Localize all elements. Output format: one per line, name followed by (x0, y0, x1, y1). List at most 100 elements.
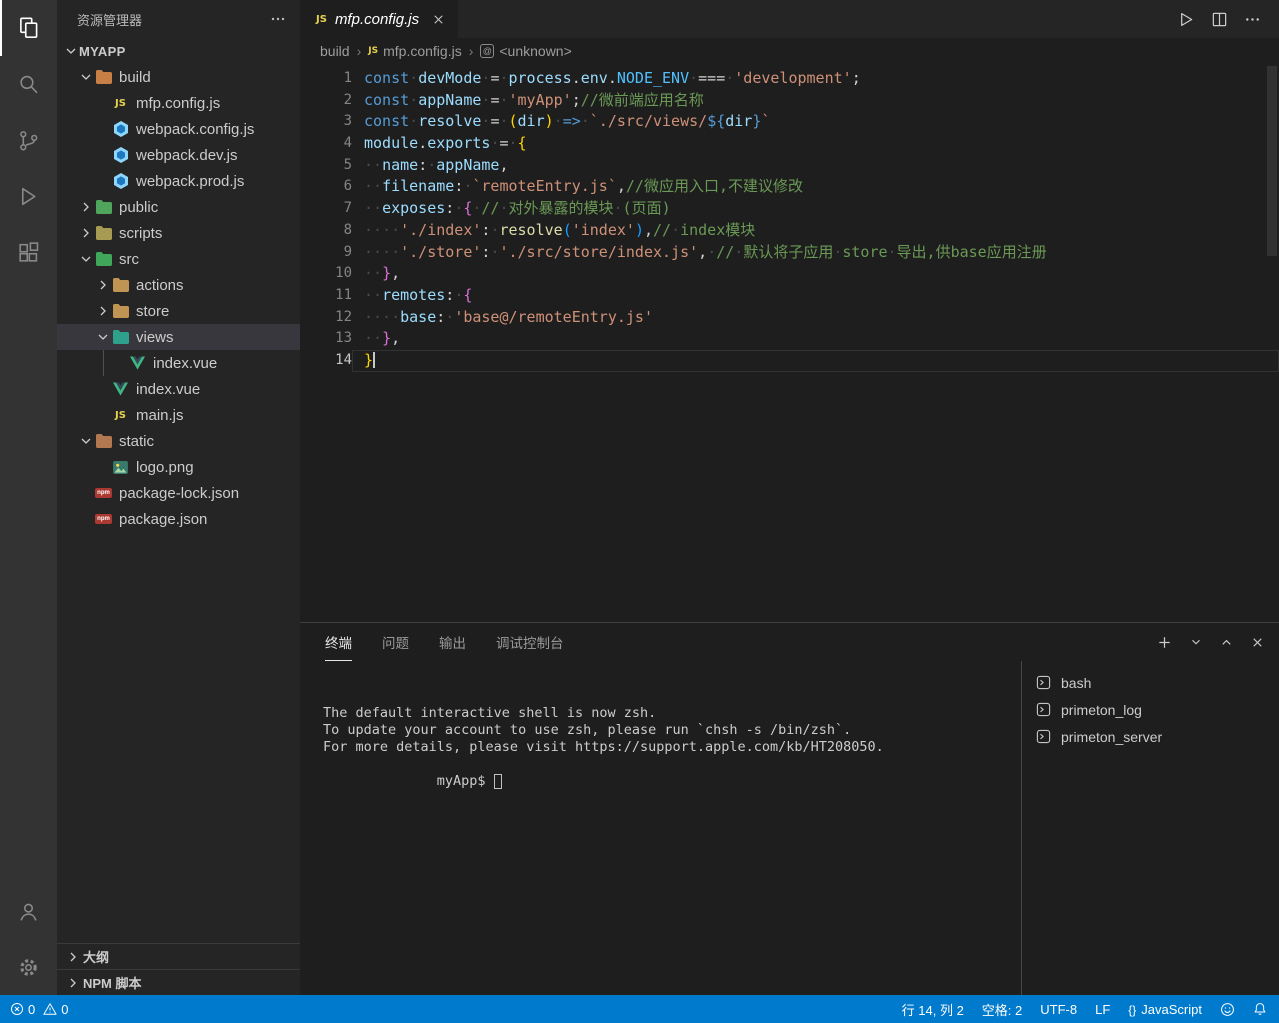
tree-item-views[interactable]: views (57, 324, 300, 350)
tree-item-index.vue[interactable]: index.vue (57, 376, 300, 402)
panel-tab[interactable]: 终端 (325, 623, 352, 661)
sidebar-section[interactable]: 大纲 (57, 943, 300, 969)
warning-icon (43, 1002, 57, 1016)
code-line[interactable]: 6··filename:·`remoteEntry.js`,//微应用入口,不建… (300, 176, 1279, 198)
search-icon[interactable] (0, 56, 57, 112)
source-control-icon[interactable] (0, 112, 57, 168)
close-panel-icon[interactable] (1250, 635, 1265, 650)
explorer-icon[interactable] (0, 0, 57, 56)
tree-item-webpack.config.js[interactable]: webpack.config.js (57, 116, 300, 142)
run-debug-icon[interactable] (0, 168, 57, 224)
sidebar-section[interactable]: NPM 脚本 (57, 969, 300, 995)
tree-item-package-lock.json[interactable]: npmpackage-lock.json (57, 480, 300, 506)
terminal-icon (1036, 702, 1051, 717)
breadcrumb-item[interactable]: <unknown> (480, 43, 571, 59)
code-editor[interactable]: 1const·devMode·=·process.env.NODE_ENV·==… (300, 64, 1279, 622)
tree-item-webpack.prod.js[interactable]: webpack.prod.js (57, 168, 300, 194)
tree-item-build[interactable]: build (57, 64, 300, 90)
maximize-panel-icon[interactable] (1219, 635, 1234, 650)
editor-scrollbar[interactable] (1265, 64, 1279, 622)
scrollbar-thumb[interactable] (1267, 66, 1277, 256)
tree-item-main.js[interactable]: JSmain.js (57, 402, 300, 428)
close-tab-icon[interactable] (431, 12, 446, 27)
code-line[interactable]: 2const·appName·=·'myApp';//微前端应用名称 (300, 90, 1279, 112)
tree-item-logo.png[interactable]: logo.png (57, 454, 300, 480)
terminal-view[interactable]: The default interactive shell is now zsh… (300, 661, 1021, 995)
code-line[interactable]: 14} (300, 350, 1279, 372)
more-actions-icon[interactable] (270, 11, 286, 27)
tree-item-public[interactable]: public (57, 194, 300, 220)
tree-item-label: webpack.dev.js (136, 147, 237, 164)
code-line[interactable]: 8····'./index':·resolve('index'),//·inde… (300, 220, 1279, 242)
tab-title: mfp.config.js (335, 11, 419, 28)
more-actions-button[interactable] (1244, 11, 1261, 28)
terminal-session-item[interactable]: bash (1022, 669, 1279, 696)
account-icon[interactable] (0, 883, 57, 939)
feedback-icon[interactable] (1220, 1002, 1235, 1017)
tree-item-mfp.config.js[interactable]: JSmfp.config.js (57, 90, 300, 116)
tab-mfp-config-js[interactable]: JS mfp.config.js (300, 0, 458, 38)
code-line[interactable]: 9····'./store':·'./src/store/index.js',·… (300, 242, 1279, 264)
session-label: primeton_log (1061, 702, 1142, 718)
terminal-dropdown-icon[interactable] (1189, 635, 1203, 649)
panel-tab[interactable]: 调试控制台 (496, 623, 564, 661)
tree-item-src[interactable]: src (57, 246, 300, 272)
code-line[interactable]: 1const·devMode·=·process.env.NODE_ENV·==… (300, 68, 1279, 90)
status-item[interactable]: UTF-8 (1040, 1002, 1077, 1017)
chevron-spacer (95, 459, 111, 475)
status-item[interactable]: 行 14, 列 2 (902, 1000, 964, 1019)
chevron-spacer (95, 95, 111, 111)
panel-tab[interactable]: 输出 (439, 623, 466, 661)
tree-item-index.vue[interactable]: index.vue (57, 350, 300, 376)
terminal-session-item[interactable]: primeton_server (1022, 723, 1279, 750)
line-number: 1 (300, 68, 352, 90)
line-content: ··}, (352, 263, 1279, 285)
terminal-line: For more details, please visit https://s… (323, 739, 1021, 756)
folder-static-icon (94, 433, 113, 449)
tree-item-scripts[interactable]: scripts (57, 220, 300, 246)
breadcrumb-item[interactable]: build (320, 43, 350, 59)
explorer-sidebar: 资源管理器 MYAPP buildJSmfp.config.jswebpack.… (57, 0, 300, 995)
status-left: 0 0 (10, 1002, 68, 1017)
bell-icon[interactable] (1253, 1002, 1267, 1016)
tree-item-label: main.js (136, 407, 184, 424)
code-line[interactable]: 4module.exports·=·{ (300, 133, 1279, 155)
status-item[interactable]: LF (1095, 1002, 1110, 1017)
extensions-icon[interactable] (0, 224, 57, 280)
js-file-icon: JS (368, 46, 378, 56)
tree-item-webpack.dev.js[interactable]: webpack.dev.js (57, 142, 300, 168)
chevron-down-icon (95, 329, 111, 345)
run-button[interactable] (1176, 10, 1195, 29)
panel-tabs: 终端问题输出调试控制台 (325, 623, 594, 661)
chevron-right-icon (78, 199, 94, 215)
panel-header: 终端问题输出调试控制台 (300, 623, 1279, 661)
new-terminal-icon[interactable] (1156, 634, 1173, 651)
code-line[interactable]: 11··remotes:·{ (300, 285, 1279, 307)
terminal-session-item[interactable]: primeton_log (1022, 696, 1279, 723)
tree-item-label: webpack.config.js (136, 121, 254, 138)
breadcrumb-item[interactable]: JSmfp.config.js (368, 43, 461, 59)
code-line[interactable]: 12····base:·'base@/remoteEntry.js' (300, 307, 1279, 329)
code-line[interactable]: 7··exposes:·{·//·对外暴露的模块·(页面) (300, 198, 1279, 220)
code-line[interactable]: 13··}, (300, 328, 1279, 350)
settings-icon[interactable] (0, 939, 57, 995)
status-item[interactable]: 空格: 2 (982, 1000, 1022, 1019)
chevron-down-icon (78, 69, 94, 85)
line-content: ····'./store':·'./src/store/index.js',·/… (352, 242, 1279, 264)
tree-item-static[interactable]: static (57, 428, 300, 454)
split-editor-button[interactable] (1211, 11, 1228, 28)
panel-tab[interactable]: 问题 (382, 623, 409, 661)
line-content: ····'./index':·resolve('index'),//·index… (352, 220, 1279, 242)
line-content: } (352, 350, 1279, 372)
problems-indicator[interactable]: 0 0 (10, 1002, 68, 1017)
status-item[interactable]: JavaScript (1128, 1002, 1202, 1017)
project-root-header[interactable]: MYAPP (57, 38, 300, 64)
tree-item-package.json[interactable]: npmpackage.json (57, 506, 300, 532)
code-line[interactable]: 3const·resolve·=·(dir)·=>·`./src/views/$… (300, 111, 1279, 133)
tree-item-actions[interactable]: actions (57, 272, 300, 298)
tree-item-store[interactable]: store (57, 298, 300, 324)
session-label: bash (1061, 675, 1091, 691)
braces-icon (1128, 1002, 1136, 1017)
code-line[interactable]: 10··}, (300, 263, 1279, 285)
code-line[interactable]: 5··name:·appName, (300, 155, 1279, 177)
